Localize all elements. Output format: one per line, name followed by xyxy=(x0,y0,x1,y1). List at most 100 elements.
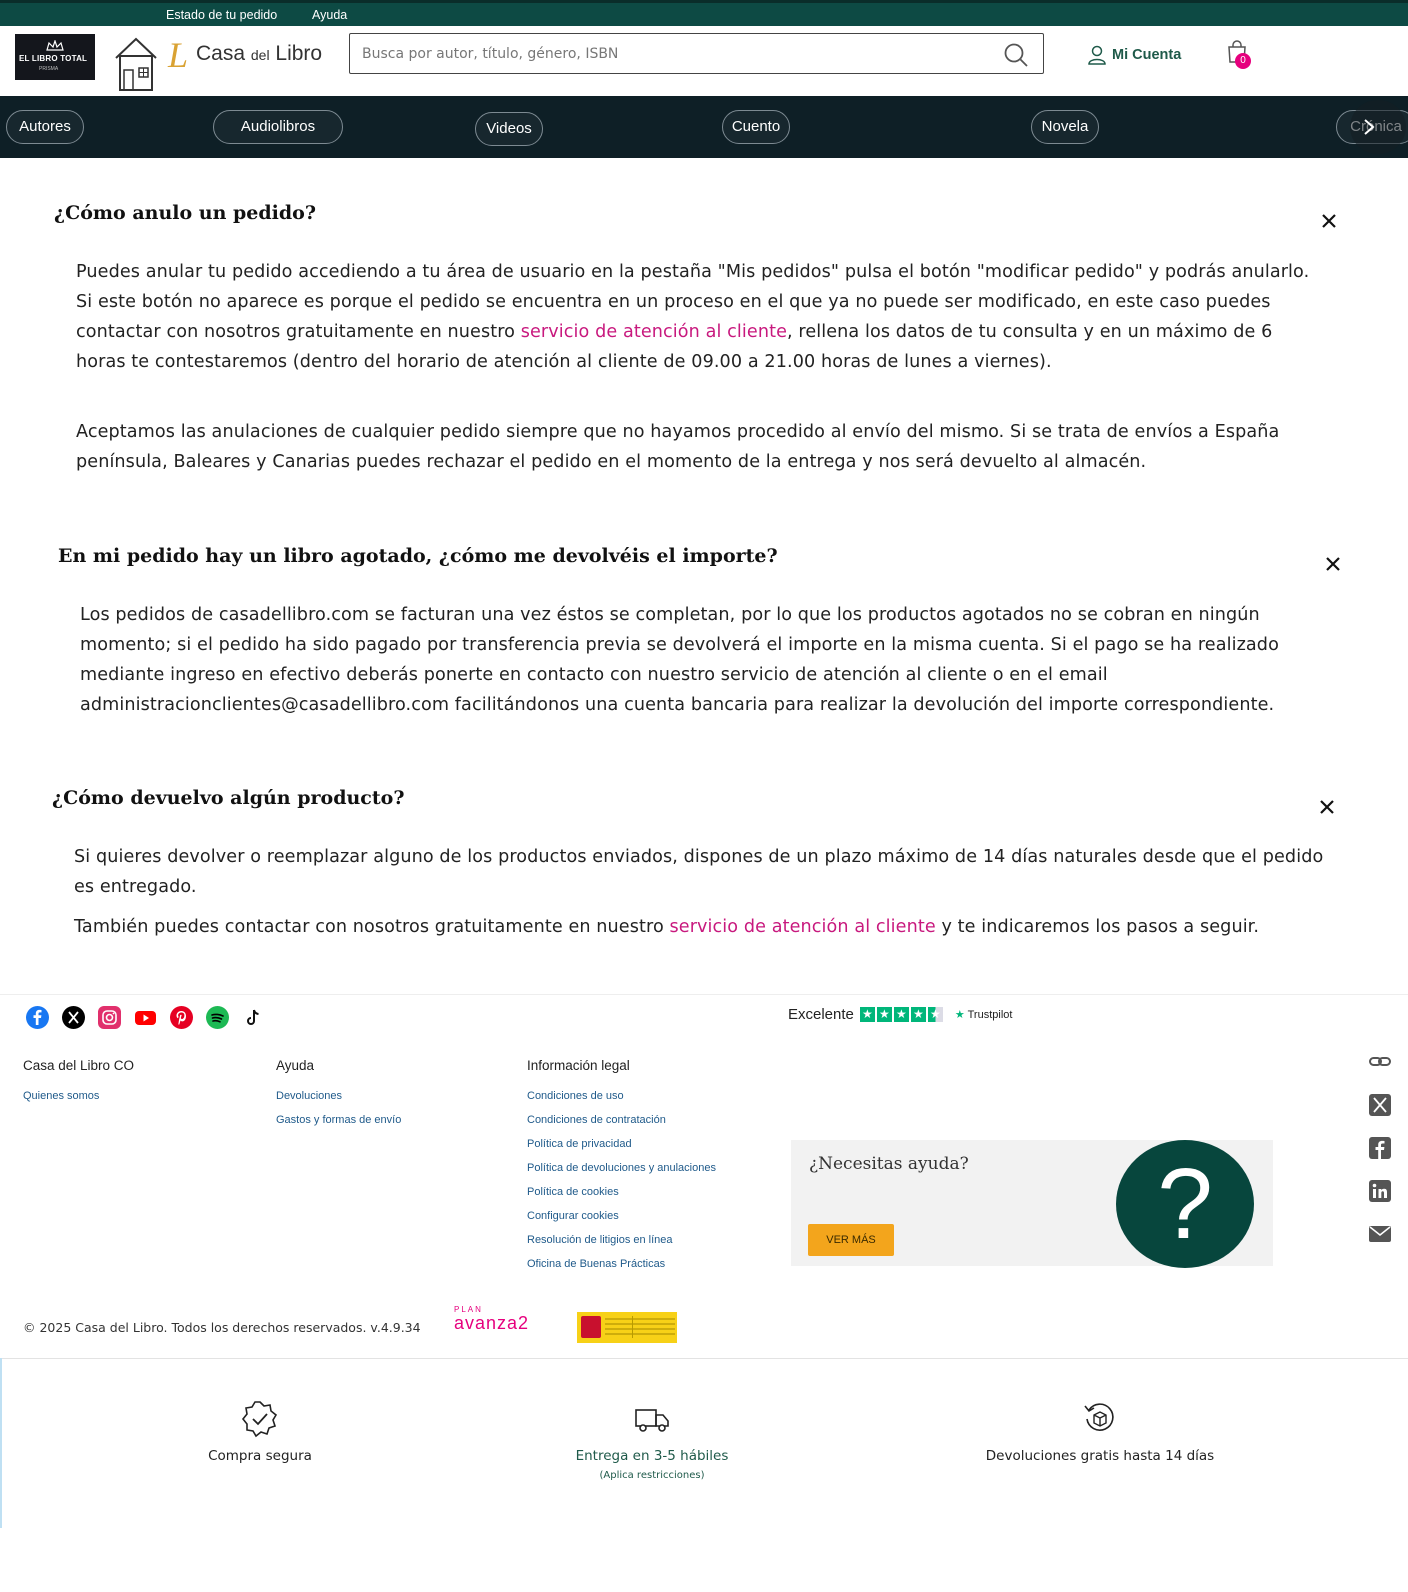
faq-answer: También puedes contactar con nosotros gr… xyxy=(74,912,1324,942)
social-links xyxy=(26,1006,265,1029)
verified-badge-icon xyxy=(241,1401,278,1438)
see-more-button[interactable]: VER MÁS xyxy=(808,1224,894,1256)
trustpilot-brand-text: Trustpilot xyxy=(967,1009,1013,1021)
faq-answer: Puedes anular tu pedido accediendo a tu … xyxy=(76,257,1316,377)
copyright-text: © 2025 Casa del Libro. Todos los derecho… xyxy=(23,1320,421,1335)
government-logo xyxy=(577,1312,677,1343)
x-icon[interactable] xyxy=(62,1006,85,1029)
partner-logo[interactable]: EL LIBRO TOTAL PRISMA xyxy=(15,34,95,80)
faq-answer: Los pedidos de casadellibro.com se factu… xyxy=(80,605,1279,715)
cart-button[interactable]: 0 xyxy=(1226,40,1256,70)
linkedin-icon[interactable] xyxy=(1368,1179,1392,1203)
close-icon[interactable] xyxy=(1326,557,1340,571)
footer-link[interactable]: Condiciones de uso xyxy=(527,1090,716,1102)
crown-icon xyxy=(46,40,64,51)
category-autores[interactable]: Autores xyxy=(6,110,84,144)
nav-next-button[interactable] xyxy=(1350,100,1406,154)
faq-question[interactable]: En mi pedido hay un libro agotado, ¿cómo… xyxy=(58,545,778,567)
user-icon xyxy=(1088,45,1106,65)
avanza-logo: PLAN avanza2 xyxy=(454,1305,530,1334)
avanza-logo-top: PLAN xyxy=(454,1305,483,1314)
search-icon[interactable] xyxy=(1003,42,1029,68)
category-nav: Autores Audiolibros Videos Cuento Novela… xyxy=(0,96,1408,158)
star-icon: ★ xyxy=(893,1007,909,1022)
brand-name-3: Libro xyxy=(275,42,323,65)
footer-link[interactable]: Gastos y formas de envío xyxy=(276,1114,401,1126)
footer-col-title: Ayuda xyxy=(276,1058,315,1073)
star-icon: ★ xyxy=(859,1007,875,1022)
avanza-logo-text: avanza2 xyxy=(454,1313,530,1333)
brand-mark-icon: L xyxy=(168,35,189,75)
site-header: EL LIBRO TOTAL PRISMA L Casa del Libro M… xyxy=(0,26,1408,96)
footer-link[interactable]: Política de privacidad xyxy=(527,1138,716,1150)
star-icon: ★ xyxy=(876,1007,892,1022)
help-card-question: ¿Necesitas ayuda? xyxy=(809,1154,969,1174)
account-link[interactable]: Mi Cuenta xyxy=(1088,44,1181,66)
benefit-title: Entrega en 3-5 hábiles xyxy=(575,1448,729,1464)
top-strip: Estado de tu pedido Ayuda xyxy=(0,0,1408,26)
category-novela[interactable]: Novela xyxy=(1031,110,1099,144)
footer-link[interactable]: Política de devoluciones y anulaciones xyxy=(527,1162,716,1174)
partner-logo-text: EL LIBRO TOTAL xyxy=(19,54,88,63)
help-link[interactable]: Ayuda xyxy=(312,8,347,22)
footer-link[interactable]: Configurar cookies xyxy=(527,1210,716,1222)
half-star-icon: ★ xyxy=(927,1007,943,1022)
trustpilot-brand: ★ Trustpilot xyxy=(955,1008,1013,1021)
benefits-divider xyxy=(0,1358,1408,1359)
footer-link[interactable]: Condiciones de contratación xyxy=(527,1114,716,1126)
benefit-subtitle: (Aplica restricciones) xyxy=(599,1470,705,1481)
faq-question[interactable]: ¿Cómo devuelvo algún producto? xyxy=(52,787,404,809)
footer-col-title: Casa del Libro CO xyxy=(23,1058,135,1073)
category-audiolibros[interactable]: Audiolibros xyxy=(213,110,343,144)
truck-icon xyxy=(635,1409,669,1432)
trustpilot-stars: ★ ★ ★ ★ ★ xyxy=(859,1007,943,1022)
search-input[interactable] xyxy=(362,42,982,66)
trustpilot-widget[interactable]: Excelente ★ ★ ★ ★ ★ ★ Trustpilot xyxy=(788,1006,1012,1023)
faq-answer-text: y te indicaremos los pasos a seguir. xyxy=(935,917,1260,937)
close-icon[interactable] xyxy=(1320,800,1334,814)
partner-logo-sub: PRISMA xyxy=(39,66,59,72)
email-icon[interactable] xyxy=(1368,1222,1392,1246)
category-cuento[interactable]: Cuento xyxy=(722,110,790,144)
account-label: Mi Cuenta xyxy=(1112,47,1182,63)
youtube-icon[interactable] xyxy=(134,1006,157,1029)
close-icon[interactable] xyxy=(1322,214,1336,228)
brand-name-1: Casa xyxy=(196,42,246,65)
footer-link[interactable]: Oficina de Buenas Prácticas xyxy=(527,1258,716,1270)
pinterest-icon[interactable] xyxy=(170,1006,193,1029)
return-box-icon xyxy=(1084,1403,1114,1431)
benefit-delivery: Entrega en 3-5 hábiles (Aplica restricci… xyxy=(552,1400,752,1481)
footer-link[interactable]: Devoluciones xyxy=(276,1090,401,1102)
instagram-icon[interactable] xyxy=(98,1006,121,1029)
faq-question[interactable]: ¿Cómo anulo un pedido? xyxy=(54,202,316,224)
footer-link[interactable]: Política de cookies xyxy=(527,1186,716,1198)
footer-col-help: Ayuda Devoluciones Gastos y formas de en… xyxy=(276,1058,401,1138)
help-card: ¿Necesitas ayuda? VER MÁS ? xyxy=(791,1140,1273,1268)
share-bar xyxy=(1368,1050,1394,1265)
link-icon[interactable] xyxy=(1368,1050,1392,1074)
coat-of-arms-icon xyxy=(581,1316,601,1338)
footer-col-company: Casa del Libro CO Quienes somos xyxy=(23,1058,134,1114)
footer-link[interactable]: Resolución de litigios en línea xyxy=(527,1234,716,1246)
brand-name-2: del xyxy=(250,47,270,63)
benefit-title: Devoluciones gratis hasta 14 días xyxy=(985,1448,1215,1464)
house-icon[interactable] xyxy=(114,36,158,92)
benefit-free-returns: Devoluciones gratis hasta 14 días xyxy=(970,1400,1230,1464)
x-icon[interactable] xyxy=(1368,1093,1392,1117)
faq-answer: Aceptamos las anulaciones de cualquier p… xyxy=(76,422,1280,472)
facebook-icon[interactable] xyxy=(1368,1136,1392,1160)
facebook-icon[interactable] xyxy=(26,1006,49,1029)
benefit-title: Compra segura xyxy=(208,1448,312,1464)
tiktok-icon[interactable] xyxy=(242,1006,265,1029)
spotify-icon[interactable] xyxy=(206,1006,229,1029)
footer-link[interactable]: Quienes somos xyxy=(23,1090,134,1102)
footer-divider xyxy=(0,994,1408,995)
trustpilot-star-icon: ★ xyxy=(954,1009,965,1021)
category-videos[interactable]: Videos xyxy=(475,112,543,146)
customer-service-link[interactable]: servicio de atención al cliente xyxy=(670,917,936,937)
order-status-link[interactable]: Estado de tu pedido xyxy=(166,8,277,22)
benefit-secure-purchase: Compra segura xyxy=(160,1400,360,1464)
question-mark-icon: ? xyxy=(1116,1140,1254,1268)
customer-service-link[interactable]: servicio de atención al cliente xyxy=(521,322,787,342)
faq-answer-text: También puedes contactar con nosotros gr… xyxy=(74,917,670,937)
